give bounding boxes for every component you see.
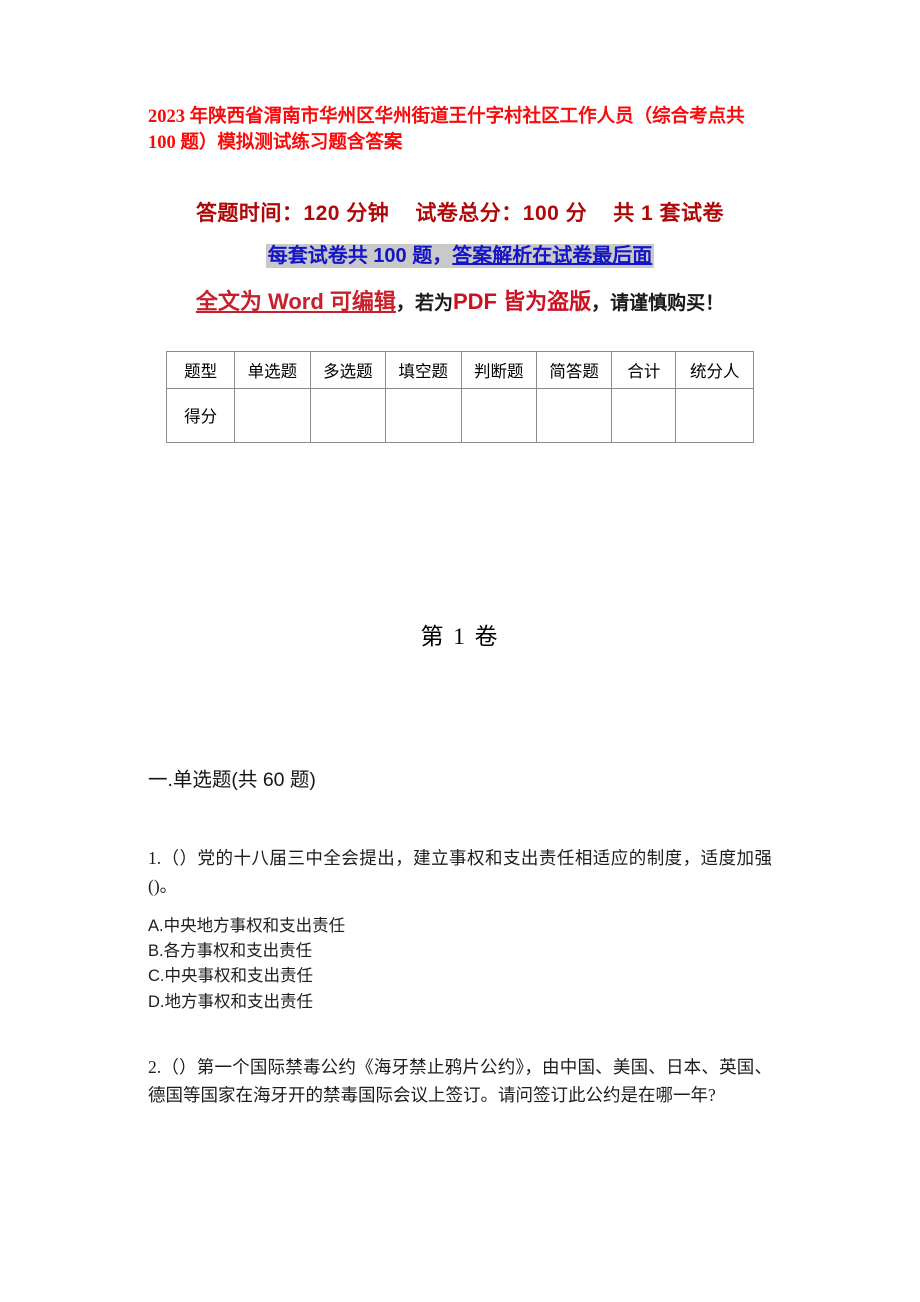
question-1-option-c[interactable]: C.中央事权和支出责任 xyxy=(148,964,772,989)
exam-set-count: 共 1 套试卷 xyxy=(613,201,725,225)
table-header-cell-type: 题型 xyxy=(165,350,236,389)
exam-duration: 答题时间：120 分钟 xyxy=(195,201,390,225)
question-1-option-d[interactable]: D.地方事权和支出责任 xyxy=(148,990,772,1015)
table-header-cell-short: 简答题 xyxy=(535,350,613,389)
exam-meta-line: 答题时间：120 分钟 试卷总分：100 分 共 1 套试卷 xyxy=(148,197,772,227)
table-row-label-score: 得分 xyxy=(165,387,236,443)
table-row-header: 题型 单选题 多选题 填空题 判断题 简答题 合计 统分人 xyxy=(165,350,754,389)
notice-pdf-pirated: PDF 皆为盗版 xyxy=(452,288,592,314)
exam-info-block: 答题时间：120 分钟 试卷总分：100 分 共 1 套试卷 每套试卷共 100 题… xyxy=(148,197,772,319)
copyright-notice: 全文为 Word 可编辑，若为PDF 皆为盗版，请谨慎购买！ xyxy=(148,285,772,319)
notice-word-editable: 全文为 Word 可编辑 xyxy=(195,288,396,314)
notice-caution: 请谨慎购买！ xyxy=(610,292,725,314)
table-cell-score-scorer[interactable] xyxy=(675,387,754,443)
table-cell-score-judge[interactable] xyxy=(460,387,537,443)
table-row-score: 得分 xyxy=(165,387,754,443)
notice-comma-1: ， xyxy=(395,292,415,314)
questions-per-set: 每套试卷共 100 题， xyxy=(267,244,453,267)
page-title: 2023 年陕西省渭南市华州区华州街道王什字村社区工作人员（综合考点共 100 … xyxy=(148,107,745,154)
section-heading-single-choice: 一.单选题(共 60 题) xyxy=(148,768,316,791)
notice-comma-2: ， xyxy=(591,292,611,314)
table-cell-score-single[interactable] xyxy=(234,387,311,443)
question-1-text: 1.（）党的十八届三中全会提出，建立事权和支出责任相适应的制度，适度加强()。 xyxy=(148,847,772,896)
answer-location-link[interactable]: 答案解析在试卷最后面 xyxy=(452,245,652,267)
score-table: 题型 单选题 多选题 填空题 判断题 简答题 合计 统分人 得分 xyxy=(165,350,754,443)
exam-answer-note-line: 每套试卷共 100 题，答案解析在试卷最后面 xyxy=(148,241,772,271)
table-header-cell-multi: 多选题 xyxy=(309,350,387,389)
table-cell-score-total[interactable] xyxy=(611,387,677,443)
document-page: 2023 年陕西省渭南市华州区华州街道王什字村社区工作人员（综合考点共 100 … xyxy=(0,0,920,1302)
volume-heading: 第 1 卷 xyxy=(420,623,500,649)
exam-answer-note-highlight: 每套试卷共 100 题，答案解析在试卷最后面 xyxy=(265,243,655,268)
exam-total-score: 试卷总分：100 分 xyxy=(415,201,588,225)
question-2-text: 2.（）第一个国际禁毒公约《海牙禁止鸦片公约》，由中国、美国、日本、英国、德国等… xyxy=(148,1056,772,1105)
notice-if: 若为 xyxy=(414,292,453,314)
table-cell-score-fill[interactable] xyxy=(385,387,462,443)
table-cell-score-multi[interactable] xyxy=(309,387,387,443)
question-1-option-a[interactable]: A.中央地方事权和支出责任 xyxy=(148,914,772,939)
score-table-wrapper: 题型 单选题 多选题 填空题 判断题 简答题 合计 统分人 得分 xyxy=(148,350,772,443)
table-cell-score-short[interactable] xyxy=(535,387,613,443)
table-header-cell-scorer: 统分人 xyxy=(675,350,754,389)
question-1-option-b[interactable]: B.各方事权和支出责任 xyxy=(148,939,772,964)
table-header-cell-judge: 判断题 xyxy=(460,350,537,389)
table-header-cell-fill: 填空题 xyxy=(385,350,462,389)
question-1-options: A.中央地方事权和支出责任 B.各方事权和支出责任 C.中央事权和支出责任 D.… xyxy=(148,914,772,1014)
table-header-cell-total: 合计 xyxy=(611,350,677,389)
table-header-cell-single: 单选题 xyxy=(234,350,311,389)
